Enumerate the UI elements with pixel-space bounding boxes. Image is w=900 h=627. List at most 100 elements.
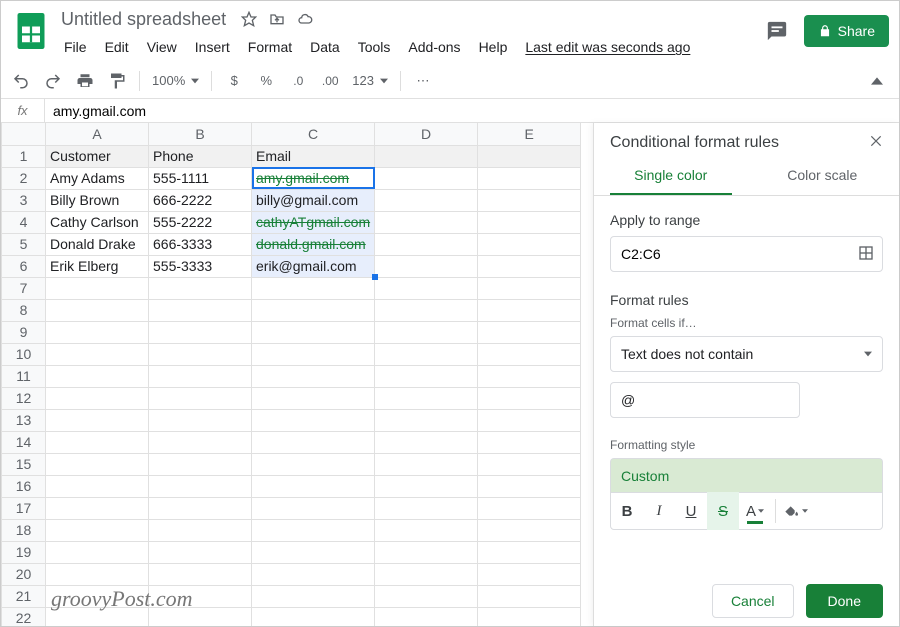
menu-format[interactable]: Format	[241, 35, 299, 59]
cell-D10[interactable]	[375, 343, 478, 365]
zoom-select[interactable]: 100%	[152, 73, 199, 88]
cell-B13[interactable]	[149, 409, 252, 431]
condition-value-input[interactable]: @	[621, 392, 635, 408]
cell-D4[interactable]	[375, 211, 478, 233]
style-preview[interactable]: Custom	[610, 458, 883, 492]
cell-D5[interactable]	[375, 233, 478, 255]
spreadsheet-grid[interactable]: ABCDE1CustomerPhoneEmail2Amy Adams555-11…	[1, 123, 593, 626]
cancel-button[interactable]: Cancel	[712, 584, 794, 618]
cell-E19[interactable]	[478, 541, 581, 563]
cell-E6[interactable]	[478, 255, 581, 277]
cell-A5[interactable]: Donald Drake	[46, 233, 149, 255]
menu-help[interactable]: Help	[472, 35, 515, 59]
cell-E14[interactable]	[478, 431, 581, 453]
cell-E5[interactable]	[478, 233, 581, 255]
cell-A16[interactable]	[46, 475, 149, 497]
underline-button[interactable]: U	[675, 492, 707, 530]
cell-E20[interactable]	[478, 563, 581, 585]
row-header-18[interactable]: 18	[2, 519, 46, 541]
more-tools-icon[interactable]: ⋯	[413, 71, 433, 91]
cell-D8[interactable]	[375, 299, 478, 321]
cell-E11[interactable]	[478, 365, 581, 387]
cell-E1[interactable]	[478, 145, 581, 167]
menu-data[interactable]: Data	[303, 35, 347, 59]
cloud-icon[interactable]	[296, 10, 314, 28]
paint-format-icon[interactable]	[107, 71, 127, 91]
document-title[interactable]: Untitled spreadsheet	[57, 7, 230, 32]
cell-B19[interactable]	[149, 541, 252, 563]
cell-B15[interactable]	[149, 453, 252, 475]
column-header-E[interactable]: E	[478, 123, 581, 145]
cell-B7[interactable]	[149, 277, 252, 299]
row-header-2[interactable]: 2	[2, 167, 46, 189]
cell-B20[interactable]	[149, 563, 252, 585]
cell-A10[interactable]	[46, 343, 149, 365]
row-header-21[interactable]: 21	[2, 585, 46, 607]
cell-C5[interactable]: donald.gmail.com	[252, 233, 375, 255]
row-header-19[interactable]: 19	[2, 541, 46, 563]
cell-A13[interactable]	[46, 409, 149, 431]
cell-A9[interactable]	[46, 321, 149, 343]
cell-E4[interactable]	[478, 211, 581, 233]
cell-B3[interactable]: 666-2222	[149, 189, 252, 211]
close-icon[interactable]	[869, 134, 883, 153]
cell-E22[interactable]	[478, 607, 581, 626]
cell-C21[interactable]	[252, 585, 375, 607]
select-range-icon[interactable]	[858, 245, 874, 264]
cell-C2[interactable]: amy.gmail.com	[252, 167, 375, 189]
cell-B16[interactable]	[149, 475, 252, 497]
cell-E21[interactable]	[478, 585, 581, 607]
comments-icon[interactable]	[764, 18, 790, 44]
cell-A4[interactable]: Cathy Carlson	[46, 211, 149, 233]
cell-E12[interactable]	[478, 387, 581, 409]
cell-E17[interactable]	[478, 497, 581, 519]
selection-handle[interactable]	[372, 274, 378, 280]
cell-A15[interactable]	[46, 453, 149, 475]
collapse-toolbar-icon[interactable]	[867, 71, 887, 91]
cell-D1[interactable]	[375, 145, 478, 167]
row-header-16[interactable]: 16	[2, 475, 46, 497]
cell-C8[interactable]	[252, 299, 375, 321]
cell-A11[interactable]	[46, 365, 149, 387]
cell-D18[interactable]	[375, 519, 478, 541]
increase-decimal-button[interactable]: .00	[320, 71, 340, 91]
cell-B11[interactable]	[149, 365, 252, 387]
cell-C7[interactable]	[252, 277, 375, 299]
percent-button[interactable]: %	[256, 71, 276, 91]
cell-A17[interactable]	[46, 497, 149, 519]
cell-B2[interactable]: 555-1111	[149, 167, 252, 189]
menu-addons[interactable]: Add-ons	[401, 35, 467, 59]
cell-A2[interactable]: Amy Adams	[46, 167, 149, 189]
menu-edit[interactable]: Edit	[98, 35, 136, 59]
currency-button[interactable]: $	[224, 71, 244, 91]
cell-E9[interactable]	[478, 321, 581, 343]
row-header-17[interactable]: 17	[2, 497, 46, 519]
column-header-A[interactable]: A	[46, 123, 149, 145]
row-header-14[interactable]: 14	[2, 431, 46, 453]
cell-B12[interactable]	[149, 387, 252, 409]
cell-C9[interactable]	[252, 321, 375, 343]
cell-D17[interactable]	[375, 497, 478, 519]
cell-D16[interactable]	[375, 475, 478, 497]
cell-D22[interactable]	[375, 607, 478, 626]
cell-D3[interactable]	[375, 189, 478, 211]
row-header-20[interactable]: 20	[2, 563, 46, 585]
row-header-9[interactable]: 9	[2, 321, 46, 343]
cell-C3[interactable]: billy@gmail.com	[252, 189, 375, 211]
row-header-4[interactable]: 4	[2, 211, 46, 233]
row-header-6[interactable]: 6	[2, 255, 46, 277]
last-edit-link[interactable]: Last edit was seconds ago	[518, 35, 697, 59]
fill-color-button[interactable]	[780, 492, 812, 530]
row-header-13[interactable]: 13	[2, 409, 46, 431]
menu-view[interactable]: View	[140, 35, 184, 59]
cell-D2[interactable]	[375, 167, 478, 189]
cell-D15[interactable]	[375, 453, 478, 475]
italic-button[interactable]: I	[643, 492, 675, 530]
menu-tools[interactable]: Tools	[351, 35, 398, 59]
row-header-22[interactable]: 22	[2, 607, 46, 626]
row-header-8[interactable]: 8	[2, 299, 46, 321]
cell-A6[interactable]: Erik Elberg	[46, 255, 149, 277]
cell-C10[interactable]	[252, 343, 375, 365]
cell-D11[interactable]	[375, 365, 478, 387]
redo-icon[interactable]	[43, 71, 63, 91]
